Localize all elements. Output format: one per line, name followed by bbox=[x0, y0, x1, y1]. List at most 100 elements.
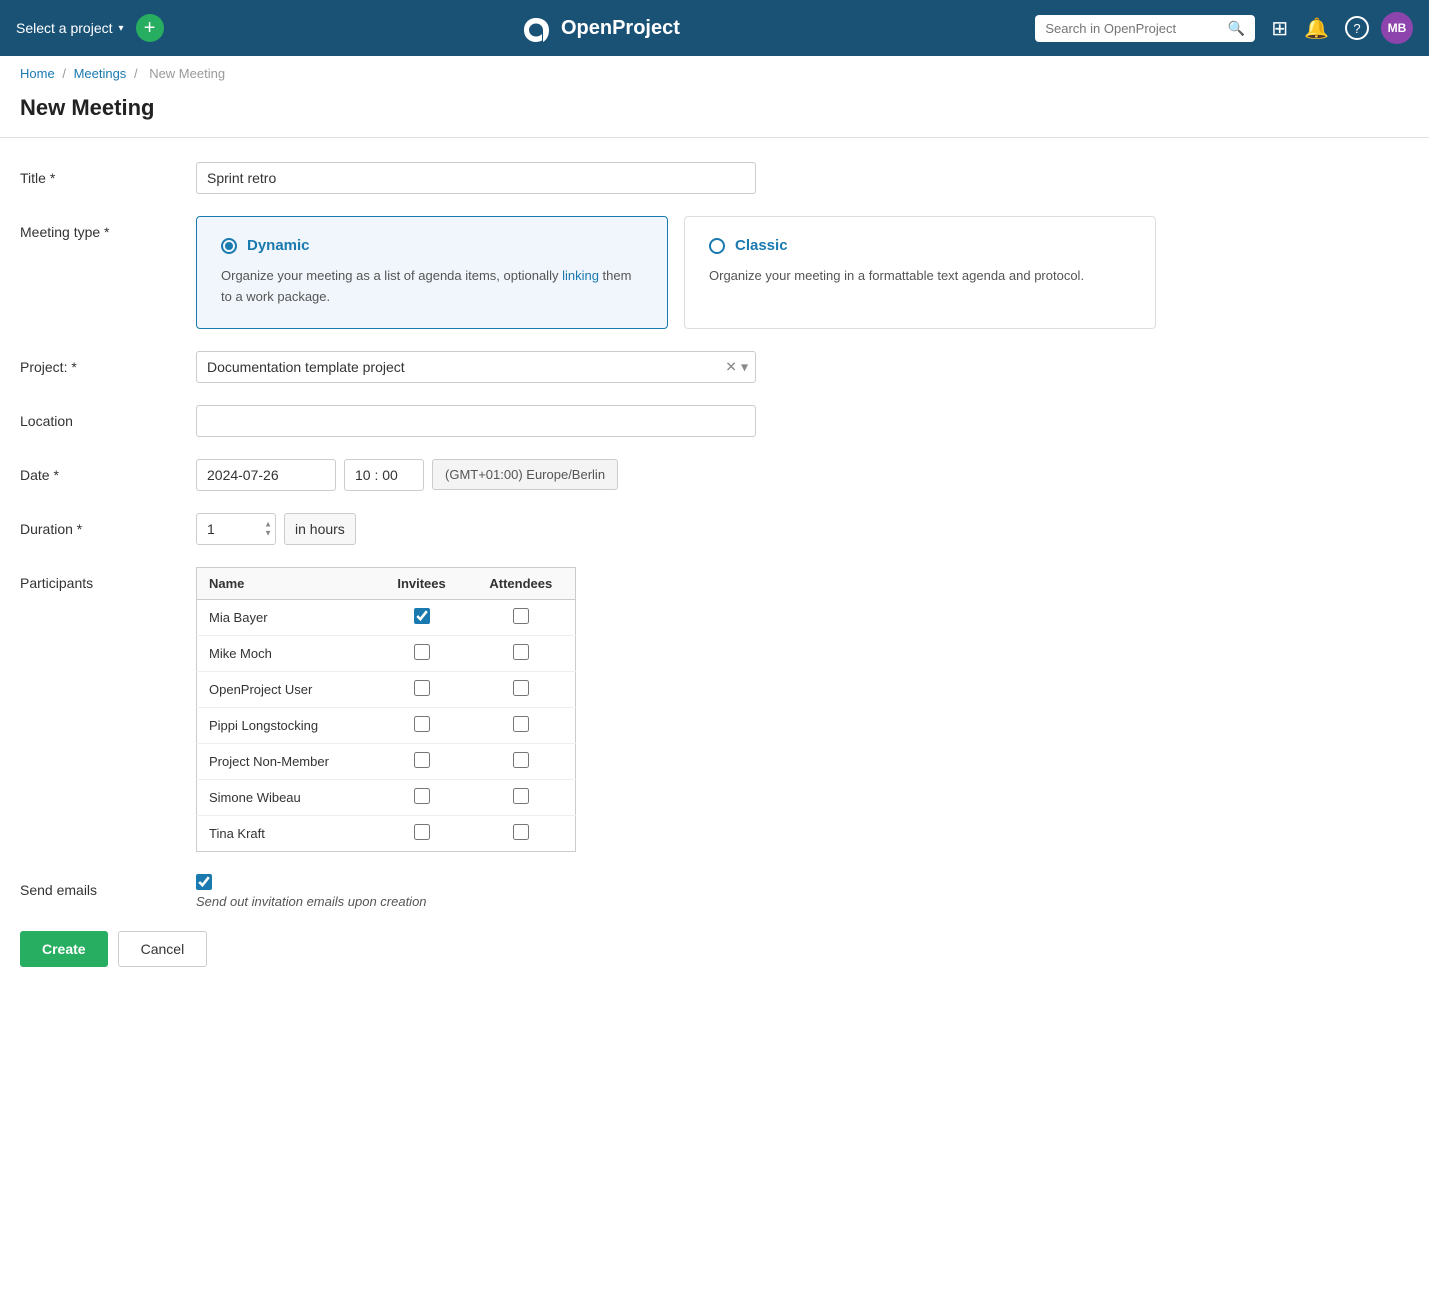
invitee-checkbox[interactable] bbox=[414, 752, 430, 768]
participant-name: Simone Wibeau bbox=[197, 779, 377, 815]
search-input[interactable] bbox=[1045, 21, 1222, 36]
invitee-checkbox[interactable] bbox=[414, 644, 430, 660]
time-input[interactable] bbox=[344, 459, 424, 491]
send-emails-control: Send out invitation emails upon creation bbox=[196, 874, 427, 909]
send-emails-row: Send emails Send out invitation emails u… bbox=[20, 874, 1409, 909]
attendee-checkbox[interactable] bbox=[513, 824, 529, 840]
search-icon: 🔍 bbox=[1228, 20, 1245, 37]
date-input[interactable] bbox=[196, 459, 336, 491]
attendee-checkbox[interactable] bbox=[513, 752, 529, 768]
help-button[interactable]: ? bbox=[1341, 12, 1373, 44]
send-emails-check-row bbox=[196, 874, 427, 890]
col-attendees: Attendees bbox=[467, 567, 576, 599]
dynamic-card-header: Dynamic bbox=[221, 237, 643, 254]
attendee-checkbox[interactable] bbox=[513, 716, 529, 732]
participant-attendee-cell bbox=[467, 779, 576, 815]
openproject-logo-icon bbox=[519, 14, 553, 42]
bell-icon: 🔔 bbox=[1304, 16, 1329, 41]
location-label: Location bbox=[20, 405, 180, 429]
participant-invitee-cell bbox=[376, 815, 466, 851]
project-select[interactable]: Documentation template project bbox=[196, 351, 756, 383]
avatar[interactable]: MB bbox=[1381, 12, 1413, 44]
duration-input-wrapper: ▲ ▼ bbox=[196, 513, 276, 545]
project-selector[interactable]: Select a project ▾ bbox=[16, 20, 124, 36]
col-invitees: Invitees bbox=[376, 567, 466, 599]
attendee-checkbox[interactable] bbox=[513, 644, 529, 660]
table-row: Project Non-Member bbox=[197, 743, 576, 779]
participant-name: OpenProject User bbox=[197, 671, 377, 707]
date-row: Date * (GMT+01:00) Europe/Berlin bbox=[20, 459, 1409, 491]
participant-invitee-cell bbox=[376, 743, 466, 779]
participant-invitee-cell bbox=[376, 635, 466, 671]
table-row: Simone Wibeau bbox=[197, 779, 576, 815]
invitee-checkbox[interactable] bbox=[414, 680, 430, 696]
invitee-checkbox[interactable] bbox=[414, 608, 430, 624]
attendee-checkbox[interactable] bbox=[513, 608, 529, 624]
form-buttons: Create Cancel bbox=[20, 931, 1409, 967]
participants-header: Name Invitees Attendees bbox=[197, 567, 576, 599]
attendee-checkbox[interactable] bbox=[513, 788, 529, 804]
navbar: Select a project ▾ + OpenProject 🔍 ⊞ 🔔 ?… bbox=[0, 0, 1429, 56]
participant-invitee-cell bbox=[376, 779, 466, 815]
participant-name: Pippi Longstocking bbox=[197, 707, 377, 743]
participant-attendee-cell bbox=[467, 743, 576, 779]
grid-menu-button[interactable]: ⊞ bbox=[1267, 12, 1292, 45]
title-row: Title * bbox=[20, 162, 1409, 194]
participant-attendee-cell bbox=[467, 707, 576, 743]
classic-radio bbox=[709, 238, 725, 254]
location-input[interactable] bbox=[196, 405, 756, 437]
project-label: Project: * bbox=[20, 351, 180, 375]
participants-table: Name Invitees Attendees Mia BayerMike Mo… bbox=[196, 567, 576, 852]
title-input[interactable] bbox=[196, 162, 756, 194]
participants-label: Participants bbox=[20, 567, 180, 591]
participants-control: Name Invitees Attendees Mia BayerMike Mo… bbox=[196, 567, 576, 852]
project-row: Project: * Documentation template projec… bbox=[20, 351, 1409, 383]
invitee-checkbox[interactable] bbox=[414, 824, 430, 840]
breadcrumb-sep-1: / bbox=[62, 66, 66, 81]
duration-row: Duration * ▲ ▼ in hours bbox=[20, 513, 1409, 545]
table-row: Mia Bayer bbox=[197, 599, 576, 635]
dynamic-card[interactable]: Dynamic Organize your meeting as a list … bbox=[196, 216, 668, 329]
duration-increment-button[interactable]: ▲ bbox=[264, 520, 272, 528]
chevron-down-icon: ▾ bbox=[119, 23, 124, 34]
send-emails-checkbox[interactable] bbox=[196, 874, 212, 890]
classic-desc: Organize your meeting in a formattable t… bbox=[709, 266, 1131, 287]
classic-title: Classic bbox=[735, 237, 788, 254]
classic-card[interactable]: Classic Organize your meeting in a forma… bbox=[684, 216, 1156, 329]
table-row: Mike Moch bbox=[197, 635, 576, 671]
title-label: Title * bbox=[20, 162, 180, 186]
breadcrumb-sep-2: / bbox=[134, 66, 138, 81]
breadcrumb-meetings[interactable]: Meetings bbox=[74, 66, 127, 81]
search-bar[interactable]: 🔍 bbox=[1035, 15, 1255, 42]
title-control bbox=[196, 162, 756, 194]
table-row: OpenProject User bbox=[197, 671, 576, 707]
invitee-checkbox[interactable] bbox=[414, 716, 430, 732]
participant-invitee-cell bbox=[376, 671, 466, 707]
cancel-button[interactable]: Cancel bbox=[118, 931, 208, 967]
in-hours-label: in hours bbox=[284, 513, 356, 545]
invitee-checkbox[interactable] bbox=[414, 788, 430, 804]
attendee-checkbox[interactable] bbox=[513, 680, 529, 696]
col-name: Name bbox=[197, 567, 377, 599]
page-title: New Meeting bbox=[0, 91, 1429, 137]
participant-attendee-cell bbox=[467, 599, 576, 635]
breadcrumb: Home / Meetings / New Meeting bbox=[0, 56, 1429, 91]
date-time-controls: (GMT+01:00) Europe/Berlin bbox=[196, 459, 618, 491]
project-control: Documentation template project ✕ ▾ bbox=[196, 351, 756, 383]
breadcrumb-current: New Meeting bbox=[149, 66, 225, 81]
table-row: Tina Kraft bbox=[197, 815, 576, 851]
breadcrumb-home[interactable]: Home bbox=[20, 66, 55, 81]
duration-decrement-button[interactable]: ▼ bbox=[264, 529, 272, 537]
add-project-button[interactable]: + bbox=[136, 14, 164, 42]
create-button[interactable]: Create bbox=[20, 931, 108, 967]
send-emails-label: Send emails bbox=[20, 874, 180, 898]
notifications-button[interactable]: 🔔 bbox=[1300, 12, 1333, 45]
participant-name: Project Non-Member bbox=[197, 743, 377, 779]
navbar-icons: ⊞ 🔔 ? MB bbox=[1267, 12, 1413, 45]
duration-spinners: ▲ ▼ bbox=[264, 520, 272, 537]
meeting-type-label: Meeting type * bbox=[20, 216, 180, 240]
meeting-types: Dynamic Organize your meeting as a list … bbox=[196, 216, 1156, 329]
timezone-badge: (GMT+01:00) Europe/Berlin bbox=[432, 459, 618, 490]
location-row: Location bbox=[20, 405, 1409, 437]
participant-attendee-cell bbox=[467, 635, 576, 671]
